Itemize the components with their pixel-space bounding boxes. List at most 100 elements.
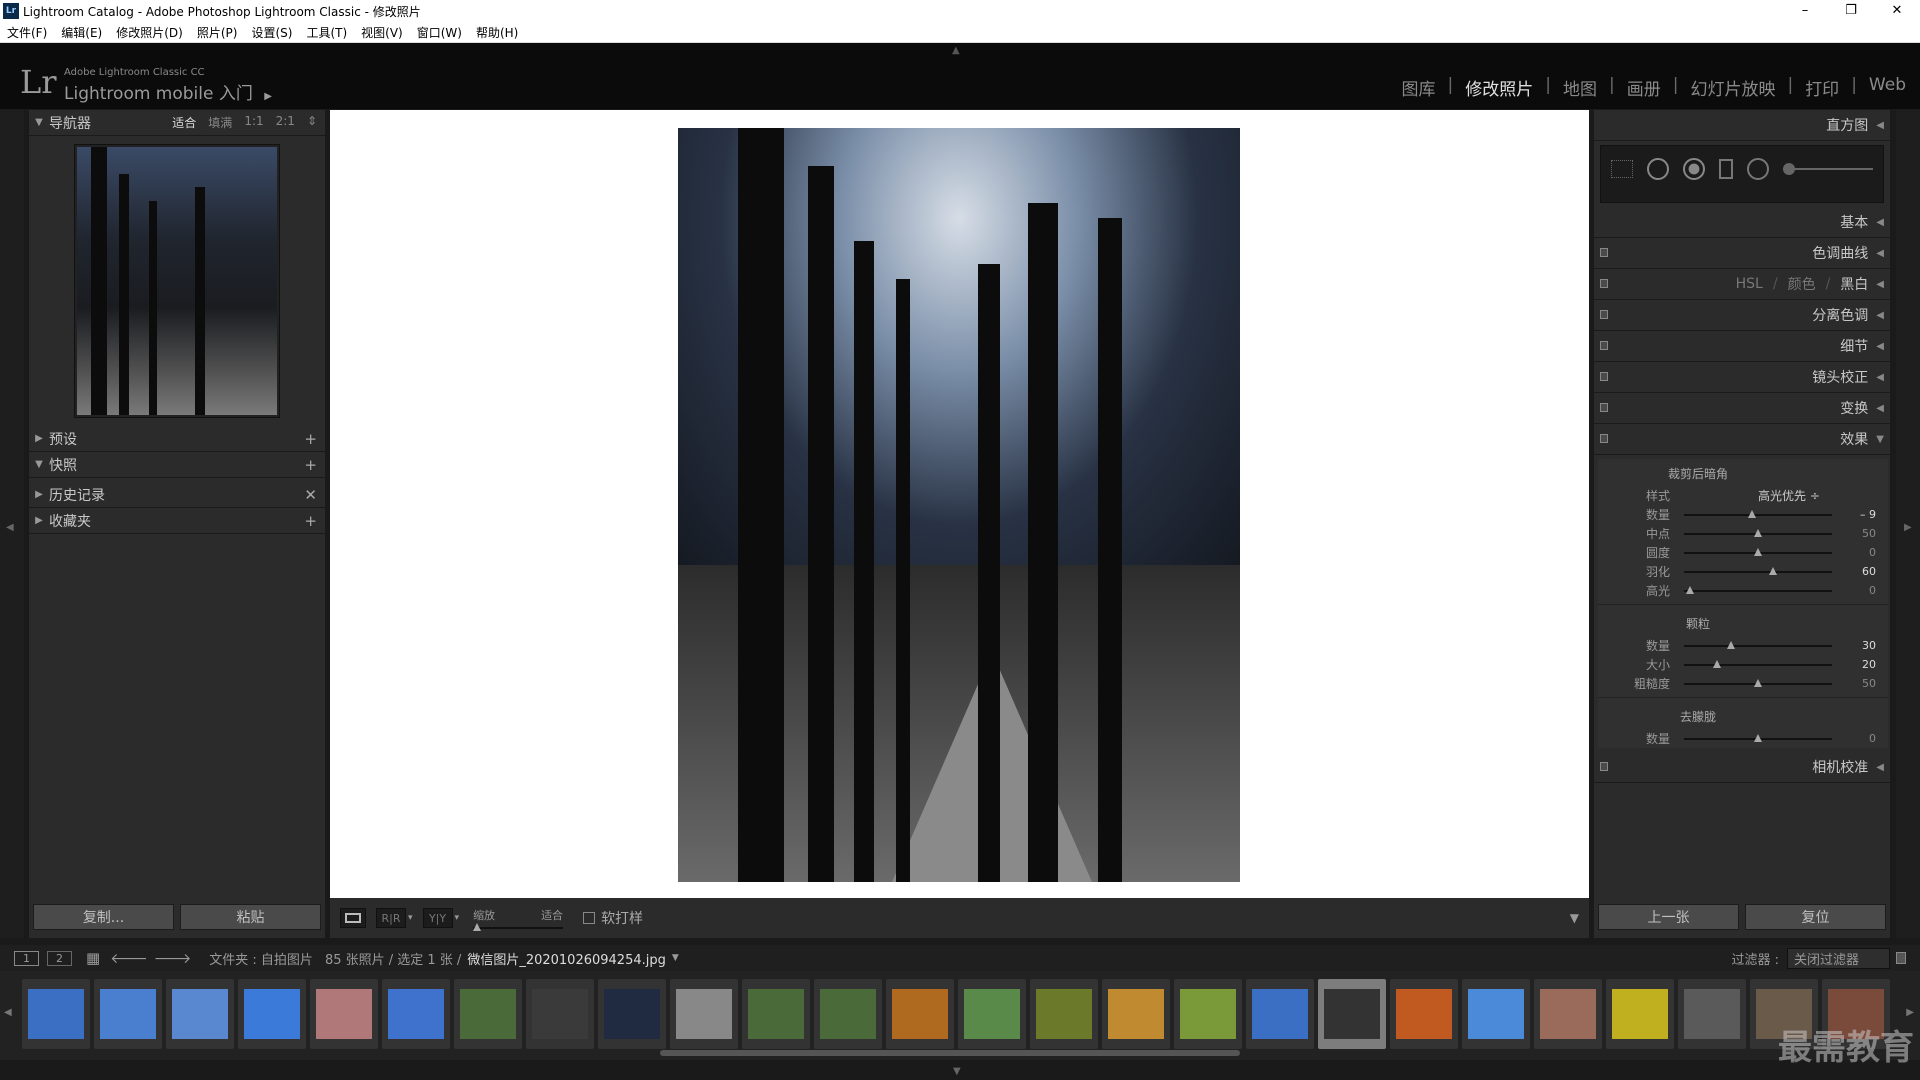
before-after-rr-button[interactable]: R|R bbox=[376, 908, 406, 928]
effects-header[interactable]: 效果 ▼ bbox=[1594, 424, 1890, 455]
filmstrip-thumbnail[interactable] bbox=[742, 979, 810, 1049]
grain-slider[interactable] bbox=[1684, 678, 1832, 687]
tone-curve-header[interactable]: 色调曲线 ◀ bbox=[1594, 238, 1890, 269]
filmstrip-thumbnail[interactable] bbox=[238, 979, 306, 1049]
zoom-control[interactable]: 缩放 适合 bbox=[473, 907, 564, 931]
filmstrip-thumbnail[interactable] bbox=[1246, 979, 1314, 1049]
main-view[interactable] bbox=[330, 110, 1589, 898]
add-snapshot-icon[interactable]: + bbox=[304, 456, 317, 474]
histogram-header[interactable]: 直方图 ◀ bbox=[1594, 110, 1890, 141]
navigator-preview[interactable] bbox=[74, 144, 280, 418]
filmstrip-thumbnail[interactable] bbox=[1534, 979, 1602, 1049]
vignette-value[interactable]: – 9 bbox=[1840, 508, 1876, 521]
vignette-slider-knob[interactable] bbox=[1685, 585, 1694, 594]
filmstrip-thumbnail[interactable] bbox=[1678, 979, 1746, 1049]
basic-header[interactable]: 基本 ◀ bbox=[1594, 207, 1890, 238]
grain-slider-knob[interactable] bbox=[1727, 640, 1736, 649]
filmstrip-thumbnail[interactable] bbox=[454, 979, 522, 1049]
filmstrip-thumbnail[interactable] bbox=[886, 979, 954, 1049]
filmstrip[interactable]: ◀ ▶ bbox=[0, 971, 1920, 1060]
history-header[interactable]: ▶ 历史记录 ✕ bbox=[29, 482, 325, 508]
module-library[interactable]: 图库 bbox=[1402, 75, 1436, 100]
right-panel-toggle[interactable]: ▶ bbox=[1896, 110, 1920, 938]
panel-switch-icon[interactable] bbox=[1600, 434, 1608, 443]
hsl-tab[interactable]: HSL bbox=[1736, 276, 1763, 292]
menu-settings[interactable]: 设置(S) bbox=[251, 24, 292, 41]
filmstrip-thumbnail[interactable] bbox=[1390, 979, 1458, 1049]
filmstrip-thumbnail[interactable] bbox=[1462, 979, 1530, 1049]
nav-fit[interactable]: 适合 bbox=[172, 114, 196, 131]
paste-button[interactable]: 粘贴 bbox=[180, 904, 321, 930]
filmstrip-thumbnail[interactable] bbox=[166, 979, 234, 1049]
collapse-bottom-panel-icon[interactable]: ▼ bbox=[953, 1066, 961, 1077]
bw-tab[interactable]: 黑白 bbox=[1840, 274, 1868, 294]
hsl-header[interactable]: HSL / 颜色 / 黑白 ◀ bbox=[1594, 269, 1890, 300]
dropdown-arrow-icon[interactable]: ▾ bbox=[455, 913, 460, 923]
vignette-slider[interactable] bbox=[1684, 509, 1832, 518]
split-toning-header[interactable]: 分离色调 ◀ bbox=[1594, 300, 1890, 331]
menu-view[interactable]: 视图(V) bbox=[361, 24, 403, 41]
collections-header[interactable]: ▶ 收藏夹 + bbox=[29, 508, 325, 534]
vignette-value[interactable]: 60 bbox=[1840, 565, 1876, 578]
vignette-slider[interactable] bbox=[1684, 566, 1832, 575]
filmstrip-right-icon[interactable]: ▶ bbox=[1906, 1007, 1914, 1018]
menu-tools[interactable]: 工具(T) bbox=[306, 24, 347, 41]
add-preset-icon[interactable]: + bbox=[304, 430, 317, 448]
vignette-slider-knob[interactable] bbox=[1768, 566, 1777, 575]
nav-1to1[interactable]: 1:1 bbox=[244, 114, 263, 131]
panel-switch-icon[interactable] bbox=[1600, 762, 1608, 771]
graduated-filter-icon[interactable] bbox=[1719, 159, 1733, 179]
spot-removal-icon[interactable] bbox=[1647, 158, 1669, 180]
radial-filter-icon[interactable] bbox=[1747, 158, 1769, 180]
grain-slider-knob[interactable] bbox=[1754, 678, 1762, 687]
module-slideshow[interactable]: 幻灯片放映 bbox=[1690, 75, 1775, 100]
vignette-slider-knob[interactable] bbox=[1754, 547, 1762, 556]
add-collection-icon[interactable]: + bbox=[304, 512, 317, 530]
camera-calibration-header[interactable]: 相机校准 ◀ bbox=[1594, 752, 1890, 783]
vignette-slider[interactable] bbox=[1684, 528, 1832, 537]
mobile-getting-started[interactable]: Lightroom mobile 入门 ▶ bbox=[64, 79, 272, 104]
grid-view-icon[interactable]: ▦ bbox=[86, 949, 100, 967]
filmstrip-thumbnail[interactable] bbox=[382, 979, 450, 1049]
snapshots-header[interactable]: ▼ 快照 + bbox=[29, 452, 325, 478]
softproof-checkbox[interactable] bbox=[583, 912, 596, 924]
filter-select[interactable]: 关闭过滤器 bbox=[1786, 947, 1890, 969]
module-map[interactable]: 地图 bbox=[1563, 75, 1597, 100]
grain-slider[interactable] bbox=[1684, 659, 1832, 668]
previous-button[interactable]: 上一张 bbox=[1598, 904, 1739, 930]
lens-header[interactable]: 镜头校正 ◀ bbox=[1594, 362, 1890, 393]
panel-switch-icon[interactable] bbox=[1600, 248, 1608, 257]
module-book[interactable]: 画册 bbox=[1627, 75, 1661, 100]
panel-switch-icon[interactable] bbox=[1600, 372, 1608, 381]
grain-value[interactable]: 50 bbox=[1840, 677, 1876, 690]
current-filename[interactable]: 微信图片_20201026094254.jpg bbox=[467, 949, 666, 968]
filmstrip-thumbnail[interactable] bbox=[310, 979, 378, 1049]
left-panel-toggle[interactable]: ◀ bbox=[0, 110, 24, 938]
vignette-value[interactable]: 50 bbox=[1840, 527, 1876, 540]
filmstrip-thumbnail[interactable] bbox=[1606, 979, 1674, 1049]
back-arrow-icon[interactable]: 🡐 bbox=[110, 950, 148, 967]
menu-photo[interactable]: 照片(P) bbox=[197, 24, 238, 41]
filmstrip-thumbnail[interactable] bbox=[958, 979, 1026, 1049]
filmstrip-thumbnail[interactable] bbox=[1102, 979, 1170, 1049]
module-develop[interactable]: 修改照片 bbox=[1465, 75, 1533, 100]
filmstrip-thumbnail[interactable] bbox=[94, 979, 162, 1049]
red-eye-icon[interactable] bbox=[1683, 158, 1705, 180]
panel-switch-icon[interactable] bbox=[1600, 310, 1608, 319]
panel-switch-icon[interactable] bbox=[1600, 403, 1608, 412]
filmstrip-thumbnail[interactable] bbox=[1030, 979, 1098, 1049]
dropdown-arrow-icon[interactable]: ▾ bbox=[408, 913, 413, 923]
module-print[interactable]: 打印 bbox=[1805, 75, 1839, 100]
transform-header[interactable]: 变换 ◀ bbox=[1594, 393, 1890, 424]
window1-button[interactable]: 1 bbox=[14, 950, 39, 966]
window2-button[interactable]: 2 bbox=[47, 950, 72, 966]
menu-develop[interactable]: 修改照片(D) bbox=[116, 24, 183, 41]
vignette-slider[interactable] bbox=[1684, 585, 1832, 594]
module-web[interactable]: Web bbox=[1869, 75, 1906, 100]
grain-slider[interactable] bbox=[1684, 640, 1832, 649]
filename-dropdown-icon[interactable]: ▼ bbox=[672, 953, 679, 963]
nav-zoom-more-icon[interactable]: ⇕ bbox=[307, 114, 317, 131]
filmstrip-thumbnail[interactable] bbox=[1318, 979, 1386, 1049]
presets-header[interactable]: ▶ 预设 + bbox=[29, 426, 325, 452]
copy-button[interactable]: 复制... bbox=[33, 904, 174, 930]
